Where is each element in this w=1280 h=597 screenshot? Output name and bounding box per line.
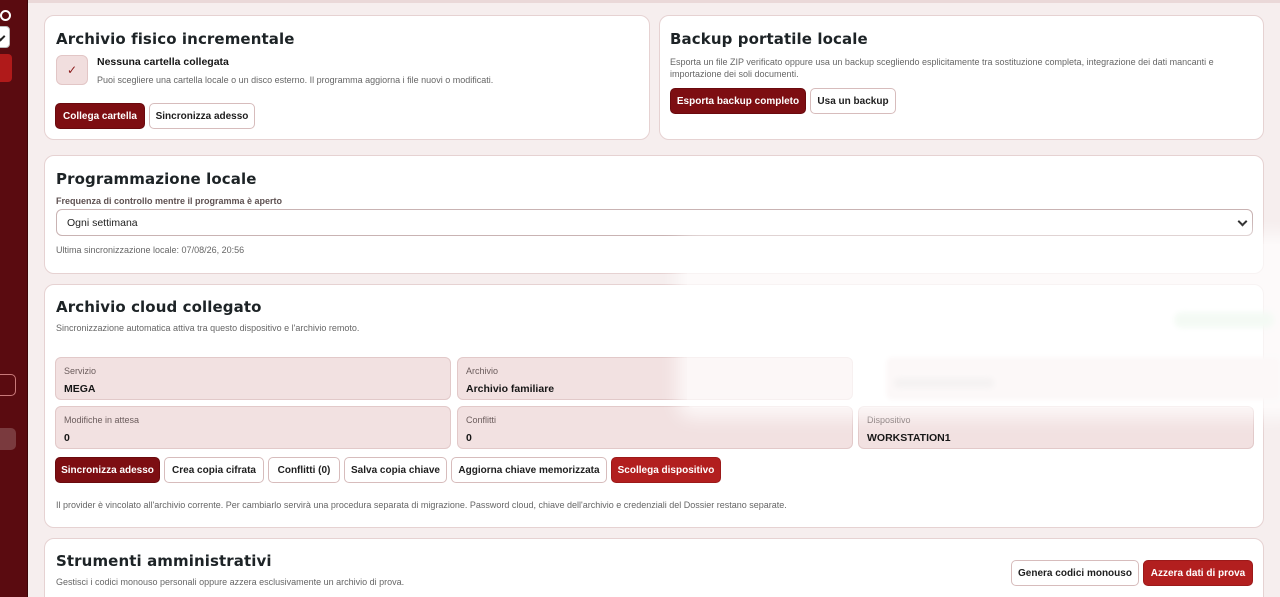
pending-changes-value: 0 [64, 432, 70, 444]
device-field: Dispositivo WORKSTATION1 [858, 406, 1254, 449]
cloud-sync-now-button[interactable]: Sincronizza adesso [55, 457, 160, 483]
cloud-archive-title: Archivio cloud collegato [56, 298, 262, 316]
sync-now-button[interactable]: Sincronizza adesso [149, 103, 255, 129]
check-icon: ✓ [56, 55, 88, 85]
portable-backup-description: Esporta un file ZIP verificato oppure us… [670, 57, 1214, 79]
conflicts-button[interactable]: Conflitti (0) [268, 457, 340, 483]
service-field: Servizio MEGA [55, 357, 451, 400]
incremental-archive-card: Archivio fisico incrementale ✓ Nessuna c… [44, 15, 650, 140]
top-divider [28, 0, 1280, 3]
sidebar-active-item[interactable] [0, 54, 12, 82]
folder-status-title: Nessuna cartella collegata [97, 56, 229, 68]
portable-backup-card: Backup portatile locale Esporta un file … [659, 15, 1264, 140]
export-full-backup-button[interactable]: Esporta backup completo [670, 88, 806, 114]
local-scheduling-title: Programmazione locale [56, 170, 257, 188]
frequency-label: Frequenza di controllo mentre il program… [56, 196, 283, 206]
create-encrypted-copy-button[interactable]: Crea copia cifrata [164, 457, 264, 483]
last-sync-text: Ultima sincronizzazione locale: 07/08/26… [56, 245, 245, 255]
pending-changes-label: Modifiche in attesa [64, 415, 140, 425]
logo-ring-icon [0, 10, 11, 21]
sidebar-select[interactable] [0, 26, 10, 48]
frequency-select[interactable]: Ogni settimana [56, 209, 1253, 236]
use-backup-button[interactable]: Usa un backup [810, 88, 896, 114]
provider-note: Il provider è vincolato all'archivio cor… [56, 500, 787, 510]
conflicts-label: Conflitti [466, 415, 497, 425]
archive-value: Archivio familiare [466, 383, 555, 395]
admin-tools-subtitle: Gestisci i codici monouso personali oppu… [56, 577, 405, 587]
incremental-archive-title: Archivio fisico incrementale [56, 30, 295, 48]
main-content: Archivio fisico incrementale ✓ Nessuna c… [28, 0, 1280, 597]
service-label: Servizio [64, 366, 97, 376]
device-label: Dispositivo [867, 415, 911, 425]
device-value: WORKSTATION1 [867, 432, 951, 444]
folder-status-description: Puoi scegliere una cartella locale o un … [97, 75, 494, 85]
sidebar-pill-button[interactable] [0, 428, 16, 450]
admin-tools-card: Strumenti amministrativi Gestisci i codi… [44, 538, 1264, 597]
conflicts-value: 0 [466, 432, 472, 444]
pending-changes-field: Modifiche in attesa 0 [55, 406, 451, 449]
cloud-archive-subtitle: Sincronizzazione automatica attiva tra q… [56, 323, 360, 333]
sidebar-outline-button[interactable] [0, 374, 16, 396]
update-stored-key-button[interactable]: Aggiorna chiave memorizzata [451, 457, 607, 483]
conflicts-field: Conflitti 0 [457, 406, 853, 449]
portable-backup-title: Backup portatile locale [670, 30, 868, 48]
admin-tools-title: Strumenti amministrativi [56, 552, 272, 570]
redaction-overlay [687, 244, 1280, 408]
reset-test-data-button[interactable]: Azzera dati di prova [1143, 560, 1253, 586]
sidebar [0, 0, 28, 597]
check-glyph: ✓ [66, 63, 78, 77]
save-key-copy-button[interactable]: Salva copia chiave [344, 457, 447, 483]
generate-codes-button[interactable]: Genera codici monouso [1011, 560, 1139, 586]
service-value: MEGA [64, 383, 96, 395]
connect-folder-button[interactable]: Collega cartella [55, 103, 145, 129]
chevron-down-icon [1237, 216, 1248, 227]
disconnect-device-button[interactable]: Scollega dispositivo [611, 457, 721, 483]
frequency-value: Ogni settimana [67, 216, 138, 229]
